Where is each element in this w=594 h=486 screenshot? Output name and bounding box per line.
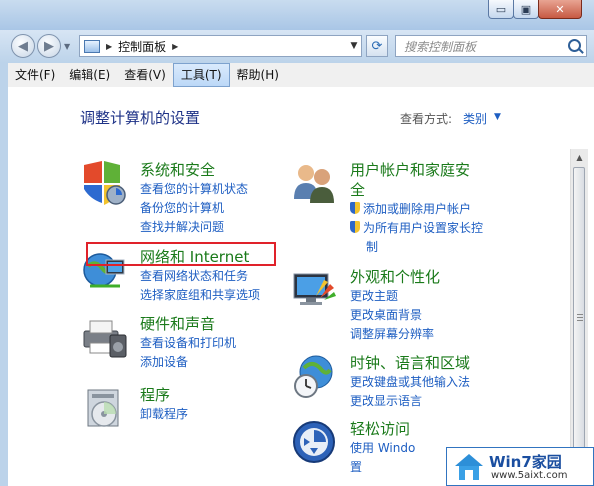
uac-shield-icon — [350, 202, 360, 214]
link-change-theme[interactable]: 更改主题 — [350, 287, 434, 306]
link-add-remove-accounts[interactable]: 添加或删除用户帐户 — [350, 200, 483, 219]
title-bar: ▭ ▣ ✕ — [0, 0, 594, 30]
history-dropdown-icon[interactable]: ▼ — [64, 42, 70, 51]
breadcrumb-separator-icon[interactable]: ▶ — [106, 42, 112, 51]
ease-of-access-icon — [293, 421, 335, 463]
link-view-network-status[interactable]: 查看网络状态和任务 — [140, 267, 260, 286]
vertical-scrollbar[interactable]: ▲ — [570, 149, 588, 486]
category-title[interactable]: 硬件和声音 — [140, 313, 215, 334]
link-change-desktop-background[interactable]: 更改桌面背景 — [350, 306, 434, 325]
menu-file[interactable]: 文件(F) — [8, 63, 62, 87]
users-icon — [294, 165, 334, 203]
scrollbar-thumb[interactable] — [573, 167, 585, 467]
category-title[interactable]: 系统和安全 — [140, 159, 215, 180]
breadcrumb-separator-icon[interactable]: ▶ — [172, 42, 178, 51]
control-panel-window: ▭ ▣ ✕ ◀ ▶ ▼ ▶ 控制面板 ▶ ▼ ⟳ 搜索控制面板 文件(F) 编辑… — [0, 0, 594, 486]
back-button[interactable]: ◀ — [11, 34, 35, 58]
scroll-up-arrow-icon[interactable]: ▲ — [571, 149, 588, 166]
watermark-url: www.5aixt.com — [491, 470, 568, 481]
link-devices-printers[interactable]: 查看设备和打印机 — [140, 334, 236, 353]
view-by-label: 查看方式: — [400, 112, 453, 126]
menu-tools[interactable]: 工具(T) — [172, 63, 230, 87]
link-backup-computer[interactable]: 备份您的计算机 — [140, 199, 248, 218]
menu-view[interactable]: 查看(V) — [117, 63, 173, 87]
search-icon[interactable] — [568, 39, 581, 52]
link-optimize-visual-display[interactable]: 置 — [350, 458, 415, 477]
view-by-dropdown-icon[interactable]: ▼ — [494, 112, 501, 122]
monitor-palette-icon — [293, 273, 336, 305]
uac-shield-icon — [350, 221, 360, 233]
category-title[interactable]: 程序 — [140, 384, 170, 405]
category-title[interactable]: 时钟、语言和区域 — [350, 352, 470, 373]
printer-icon — [83, 320, 127, 358]
refresh-button[interactable]: ⟳ — [366, 35, 388, 57]
back-arrow-icon: ◀ — [18, 38, 28, 54]
view-by-category-link[interactable]: 类别 — [463, 110, 487, 127]
link-troubleshoot[interactable]: 查找并解决问题 — [140, 218, 248, 237]
breadcrumb-control-panel[interactable]: 控制面板 — [118, 38, 166, 55]
link-parental-controls-continued[interactable]: 制 — [350, 238, 483, 257]
content-pane: 调整计算机的设置 查看方式: 类别 ▼ 系统和安全 查看您的计算机状态 备份您的… — [8, 87, 594, 486]
search-input[interactable]: 搜索控制面板 — [395, 35, 587, 57]
address-bar[interactable]: ▶ 控制面板 ▶ — [79, 35, 362, 57]
address-dropdown-icon[interactable]: ▼ — [346, 35, 362, 57]
menu-bar: 文件(F) 编辑(E) 查看(V) 工具(T) 帮助(H) — [8, 63, 594, 88]
house-logo-icon — [455, 454, 483, 480]
clock-globe-icon — [294, 355, 333, 398]
menu-edit[interactable]: 编辑(E) — [62, 63, 117, 87]
watermark-brand: Win7家园 — [489, 453, 562, 471]
highlight-box-network — [86, 242, 276, 266]
category-title[interactable]: 用户帐户和家庭安 — [350, 159, 470, 180]
link-add-device[interactable]: 添加设备 — [140, 353, 236, 372]
maximize-button[interactable]: ▣ — [513, 0, 539, 19]
forward-button[interactable]: ▶ — [37, 34, 61, 58]
link-view-computer-status[interactable]: 查看您的计算机状态 — [140, 180, 248, 199]
link-adjust-resolution[interactable]: 调整屏幕分辨率 — [350, 325, 434, 344]
link-change-display-language[interactable]: 更改显示语言 — [350, 392, 470, 411]
minimize-button[interactable]: ▭ — [488, 0, 514, 19]
category-title[interactable]: 外观和个性化 — [350, 266, 440, 287]
page-title: 调整计算机的设置 — [80, 109, 201, 127]
category-title-continued[interactable]: 全 — [350, 179, 365, 200]
navigation-bar: ◀ ▶ ▼ ▶ 控制面板 ▶ ▼ ⟳ 搜索控制面板 — [0, 30, 594, 63]
menu-help[interactable]: 帮助(H) — [230, 63, 286, 87]
close-button[interactable]: ✕ — [538, 0, 582, 19]
watermark-logo: Win7家园 www.5aixt.com — [446, 447, 594, 486]
search-placeholder: 搜索控制面板 — [404, 39, 477, 54]
programs-icon — [87, 389, 119, 427]
link-change-keyboard-input[interactable]: 更改键盘或其他输入法 — [350, 373, 470, 392]
category-title[interactable]: 轻松访问 — [350, 418, 410, 439]
link-parental-controls[interactable]: 为所有用户设置家长控 — [350, 219, 483, 238]
control-panel-icon — [84, 39, 100, 53]
grip-icon — [577, 314, 583, 322]
link-use-windows-suggestions[interactable]: 使用 Windo — [350, 439, 415, 458]
refresh-icon: ⟳ — [371, 38, 383, 54]
link-uninstall-program[interactable]: 卸载程序 — [140, 405, 188, 424]
shield-icon — [84, 161, 126, 205]
link-homegroup-sharing[interactable]: 选择家庭组和共享选项 — [140, 286, 260, 305]
forward-arrow-icon: ▶ — [44, 38, 54, 54]
